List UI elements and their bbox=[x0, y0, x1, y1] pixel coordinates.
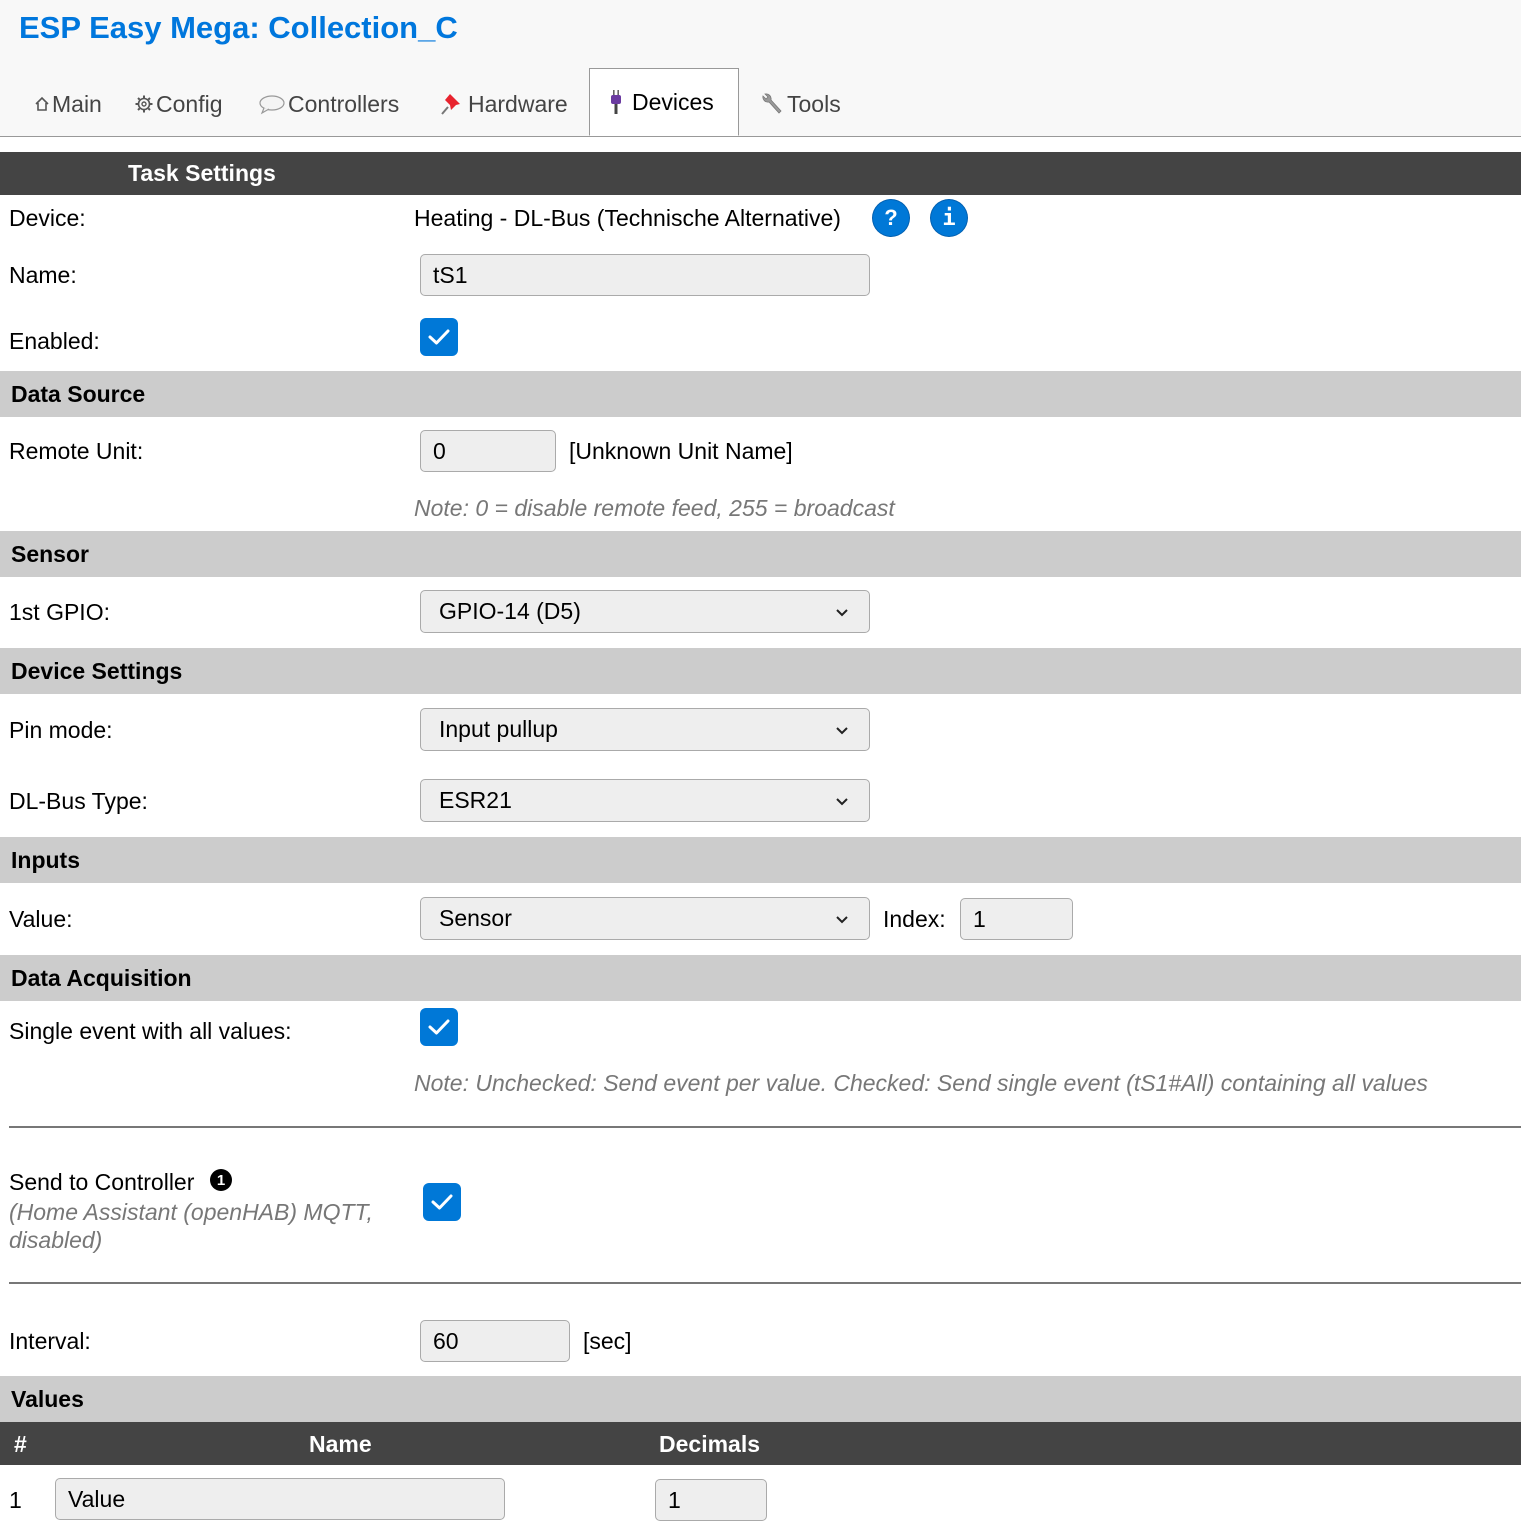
tab-devices-label: Devices bbox=[632, 88, 714, 115]
values-title: Values bbox=[11, 1386, 84, 1412]
single-event-checkbox[interactable] bbox=[420, 1008, 458, 1046]
sensor-header: Sensor bbox=[0, 531, 1521, 577]
dlbus-type-select-value: ESR21 bbox=[439, 787, 512, 813]
controller-number-badge: 1 bbox=[210, 1169, 232, 1191]
single-event-label: Single event with all values: bbox=[9, 1018, 292, 1044]
controller-name-line1: (Home Assistant (openHAB) MQTT, bbox=[9, 1199, 373, 1225]
task-settings-title: Task Settings bbox=[128, 160, 276, 186]
gpio-label: 1st GPIO: bbox=[9, 599, 110, 625]
inputs-title: Inputs bbox=[11, 847, 80, 873]
device-settings-header: Device Settings bbox=[0, 648, 1521, 694]
home-icon bbox=[34, 95, 50, 113]
value-row-index: 1 bbox=[9, 1487, 22, 1513]
pin-mode-select-value: Input pullup bbox=[439, 716, 558, 742]
gpio-select-value: GPIO-14 (D5) bbox=[439, 598, 581, 624]
tab-config[interactable]: Config bbox=[134, 86, 222, 122]
gpio-select[interactable]: GPIO-14 (D5) bbox=[420, 590, 870, 633]
column-header-decimals: Decimals bbox=[659, 1431, 761, 1457]
app-title: ESP Easy Mega: Collection_C bbox=[19, 10, 458, 45]
value-decimals-input[interactable]: 1 bbox=[655, 1479, 767, 1521]
interval-label: Interval: bbox=[9, 1328, 91, 1354]
info-icon[interactable]: i bbox=[931, 200, 967, 236]
enabled-checkbox[interactable] bbox=[420, 318, 458, 356]
task-settings-header: Task Settings bbox=[0, 152, 1521, 195]
tab-hardware[interactable]: Hardware bbox=[440, 86, 568, 122]
chevron-down-icon bbox=[833, 721, 851, 739]
interval-input[interactable]: 60 bbox=[420, 1320, 570, 1362]
tab-config-label: Config bbox=[156, 90, 223, 117]
data-source-title: Data Source bbox=[11, 381, 146, 407]
value-label: Value: bbox=[9, 906, 73, 932]
tab-devices[interactable]: Devices bbox=[589, 68, 739, 136]
tab-tools-label: Tools bbox=[787, 90, 841, 117]
device-settings-title: Device Settings bbox=[11, 658, 183, 684]
remote-unit-input[interactable]: 0 bbox=[420, 430, 556, 472]
help-icon-glyph: ? bbox=[884, 205, 898, 230]
dlbus-type-label: DL-Bus Type: bbox=[9, 788, 148, 814]
dlbus-type-select[interactable]: ESR21 bbox=[420, 779, 870, 822]
chevron-down-icon bbox=[833, 603, 851, 621]
remote-unit-note: Note: 0 = disable remote feed, 255 = bro… bbox=[414, 495, 895, 521]
name-input[interactable]: tS1 bbox=[420, 254, 870, 296]
device-value: Heating - DL-Bus (Technische Alternative… bbox=[414, 205, 841, 231]
value-select-value: Sensor bbox=[439, 905, 512, 931]
column-header-name: Name bbox=[309, 1431, 372, 1457]
wrench-icon bbox=[759, 91, 785, 117]
value-select[interactable]: Sensor bbox=[420, 897, 870, 940]
values-table-header: # Name Decimals bbox=[0, 1422, 1521, 1465]
name-label: Name: bbox=[9, 262, 77, 288]
tab-hardware-label: Hardware bbox=[468, 90, 568, 117]
tab-controllers[interactable]: Controllers bbox=[258, 86, 399, 122]
data-acquisition-title: Data Acquisition bbox=[11, 965, 192, 991]
sensor-title: Sensor bbox=[11, 541, 89, 567]
pushpin-icon bbox=[440, 92, 466, 116]
index-input[interactable]: 1 bbox=[960, 898, 1073, 940]
tabs-divider bbox=[0, 136, 1521, 137]
single-event-note: Note: Unchecked: Send event per value. C… bbox=[414, 1070, 1428, 1096]
chevron-down-icon bbox=[833, 910, 851, 928]
data-acquisition-header: Data Acquisition bbox=[0, 955, 1521, 1001]
send-to-controller-label: Send to Controller bbox=[9, 1169, 195, 1195]
gear-icon bbox=[134, 94, 154, 114]
speech-bubble-icon bbox=[258, 93, 286, 115]
tab-main[interactable]: Main bbox=[34, 86, 102, 122]
tab-controllers-label: Controllers bbox=[288, 90, 400, 117]
index-label: Index: bbox=[883, 906, 946, 932]
device-label: Device: bbox=[9, 205, 86, 231]
enabled-label: Enabled: bbox=[9, 328, 100, 354]
interval-unit: [sec] bbox=[583, 1328, 632, 1354]
divider bbox=[9, 1126, 1521, 1128]
remote-unit-name: [Unknown Unit Name] bbox=[569, 438, 793, 464]
remote-unit-label: Remote Unit: bbox=[9, 438, 144, 464]
data-source-header: Data Source bbox=[0, 371, 1521, 417]
tab-tools[interactable]: Tools bbox=[759, 86, 841, 122]
chevron-down-icon bbox=[833, 792, 851, 810]
send-to-controller-checkbox[interactable] bbox=[423, 1183, 461, 1221]
inputs-header: Inputs bbox=[0, 837, 1521, 883]
controller-name-line2: disabled) bbox=[9, 1227, 103, 1253]
pin-mode-label: Pin mode: bbox=[9, 717, 113, 743]
tab-main-label: Main bbox=[52, 90, 102, 117]
pin-mode-select[interactable]: Input pullup bbox=[420, 708, 870, 751]
help-icon[interactable]: ? bbox=[873, 200, 909, 236]
plug-icon bbox=[610, 89, 622, 115]
divider bbox=[9, 1282, 1521, 1284]
info-icon-glyph: i bbox=[942, 205, 956, 231]
column-header-index: # bbox=[14, 1431, 27, 1457]
value-name-input[interactable]: Value bbox=[55, 1478, 505, 1520]
values-header: Values bbox=[0, 1376, 1521, 1422]
